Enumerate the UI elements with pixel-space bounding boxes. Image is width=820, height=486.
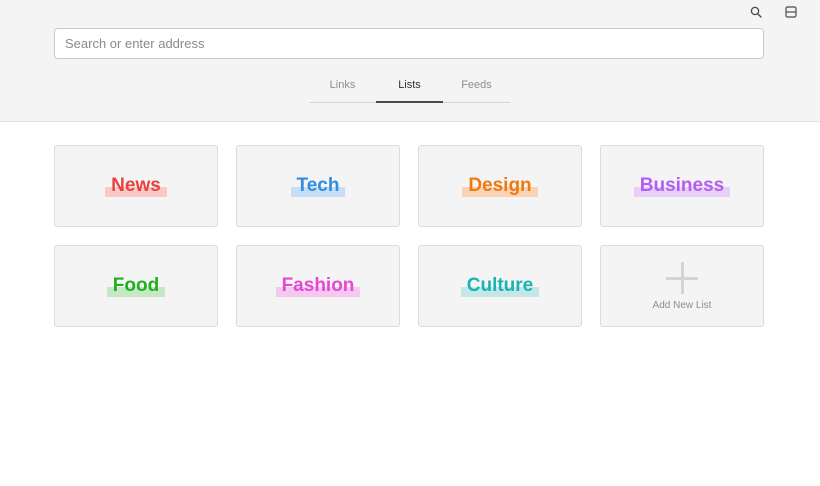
lists-grid: News Tech Design Business Food Fashion C… xyxy=(54,145,764,327)
plus-icon xyxy=(666,261,698,294)
add-new-list-label: Add New List xyxy=(652,299,712,311)
list-label: Food xyxy=(106,275,166,297)
tab-bar: Links Lists Feeds xyxy=(309,68,510,103)
tab-feeds[interactable]: Feeds xyxy=(443,68,510,102)
list-card-fashion[interactable]: Fashion xyxy=(236,245,400,327)
tab-links[interactable]: Links xyxy=(309,68,376,102)
add-new-list-button[interactable]: Add New List xyxy=(600,245,764,327)
list-card-design[interactable]: Design xyxy=(418,145,582,227)
list-label: News xyxy=(105,175,167,197)
list-card-tech[interactable]: Tech xyxy=(236,145,400,227)
list-label: Tech xyxy=(290,175,346,197)
list-label: Design xyxy=(462,175,538,197)
address-input[interactable] xyxy=(55,29,763,58)
address-bar[interactable] xyxy=(54,28,764,59)
list-label: Fashion xyxy=(275,275,361,297)
search-icon[interactable] xyxy=(748,4,764,20)
list-card-culture[interactable]: Culture xyxy=(418,245,582,327)
list-label: Culture xyxy=(460,275,540,297)
list-card-news[interactable]: News xyxy=(54,145,218,227)
list-card-food[interactable]: Food xyxy=(54,245,218,327)
tab-lists[interactable]: Lists xyxy=(376,68,443,103)
sidebar-toggle-icon[interactable] xyxy=(783,4,799,20)
list-label: Business xyxy=(633,175,731,197)
list-card-business[interactable]: Business xyxy=(600,145,764,227)
header: Links Lists Feeds xyxy=(0,0,820,122)
